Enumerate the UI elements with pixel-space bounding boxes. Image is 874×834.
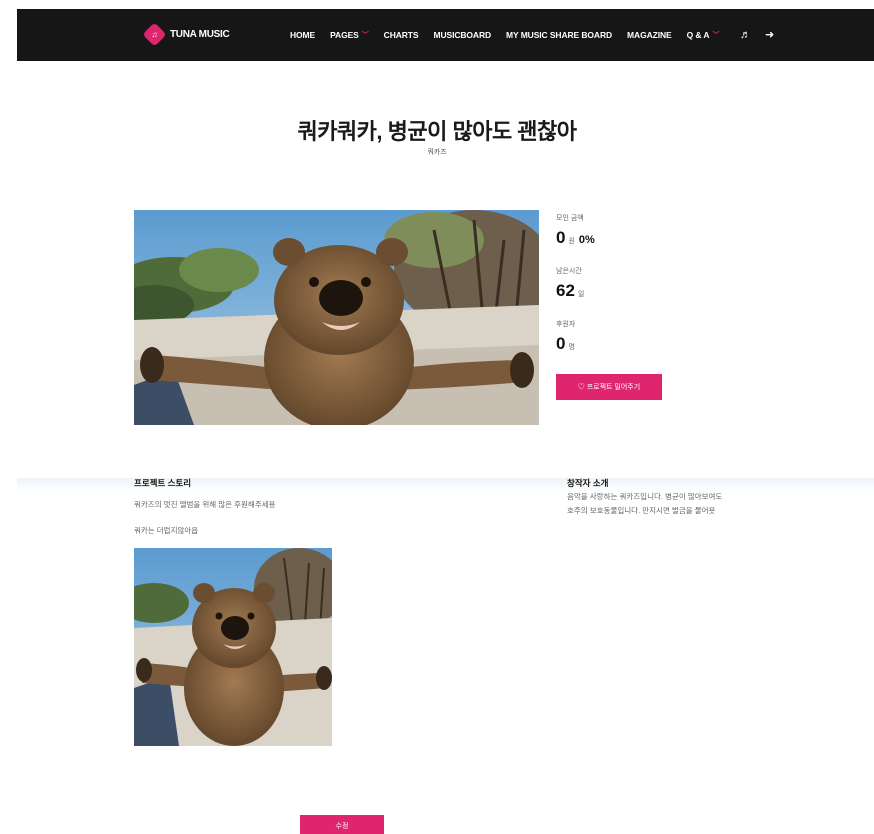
sign-in-icon[interactable]: ➜ bbox=[765, 28, 774, 41]
funding-stats: 모인 금액 0 원 0% 남은시간 62 일 후원자 0 명 bbox=[556, 213, 595, 372]
chevron-down-icon: ﹀ bbox=[361, 32, 369, 39]
stat-backers: 후원자 0 명 bbox=[556, 319, 595, 372]
story-text-line-2: 쿼카는 더럽지않아욥 bbox=[134, 526, 199, 535]
stat-remaining-label: 남은시간 bbox=[556, 268, 582, 275]
creator-intro-heading: 창작자 소개 bbox=[567, 478, 609, 488]
stat-raised-unit: 원 bbox=[568, 238, 575, 245]
creator-intro-line-2: 호주의 보호동물입니다. 만지시면 벌금을 물어욧 bbox=[567, 506, 716, 515]
stat-raised-label: 모인 금액 bbox=[556, 215, 584, 222]
nav-item-my-music-share-board[interactable]: MY MUSIC SHARE BOARD bbox=[506, 30, 612, 40]
edit-button[interactable]: 수정 bbox=[300, 815, 384, 834]
story-text-line-1: 쿼카즈의 멋진 앨범을 위해 많은 후원해주세용 bbox=[134, 500, 276, 509]
story-image bbox=[134, 548, 332, 746]
stat-remaining-value: 62 bbox=[556, 281, 575, 300]
stat-remaining-unit: 일 bbox=[577, 291, 585, 298]
music-note-icon[interactable]: ♬ bbox=[740, 29, 751, 41]
nav-item-magazine[interactable]: MAGAZINE bbox=[627, 30, 672, 40]
nav-icons: ♬ ➜ bbox=[740, 28, 788, 42]
stat-raised: 모인 금액 0 원 0% bbox=[556, 213, 595, 266]
stat-raised-percent: 0% bbox=[578, 234, 595, 246]
main-menu: HOME PAGES ﹀ CHARTS MUSICBOARD MY MUSIC S… bbox=[290, 9, 734, 61]
stat-backers-value: 0 bbox=[556, 334, 566, 353]
logo-text: TUNA MUSIC bbox=[170, 29, 230, 40]
nav-item-pages[interactable]: PAGES ﹀ bbox=[330, 30, 369, 40]
logo[interactable]: ♫ TUNA MUSIC bbox=[142, 22, 230, 47]
stat-backers-unit: 명 bbox=[568, 344, 575, 351]
nav-item-charts[interactable]: CHARTS bbox=[384, 30, 419, 40]
stat-backers-label: 후원자 bbox=[556, 321, 576, 328]
project-title: 쿼카쿼카, 병균이 많아도 괜찮아 bbox=[297, 119, 577, 144]
story-heading: 프로젝트 스토리 bbox=[134, 478, 192, 488]
logo-mark-icon: ♫ bbox=[142, 22, 167, 47]
fund-project-button[interactable]: ♡ 프로젝트 밀어주기 bbox=[556, 374, 662, 400]
stat-remaining: 남은시간 62 일 bbox=[556, 266, 595, 319]
nav-item-home[interactable]: HOME bbox=[290, 30, 315, 40]
project-main-image bbox=[134, 210, 539, 425]
project-creator: 쿼카즈 bbox=[427, 149, 447, 156]
stat-raised-value: 0 bbox=[556, 228, 566, 247]
creator-intro-line-1: 음악을 사랑하는 쿼카즈입니다. 병균이 많아보여도 bbox=[567, 492, 723, 501]
chevron-down-icon: ﹀ bbox=[712, 32, 720, 39]
nav-item-musicboard[interactable]: MUSICBOARD bbox=[433, 30, 491, 40]
nav-item-qa[interactable]: Q & A ﹀ bbox=[687, 30, 720, 40]
top-navbar: ♫ TUNA MUSIC HOME PAGES ﹀ CHARTS MUSICBOA… bbox=[17, 9, 874, 61]
